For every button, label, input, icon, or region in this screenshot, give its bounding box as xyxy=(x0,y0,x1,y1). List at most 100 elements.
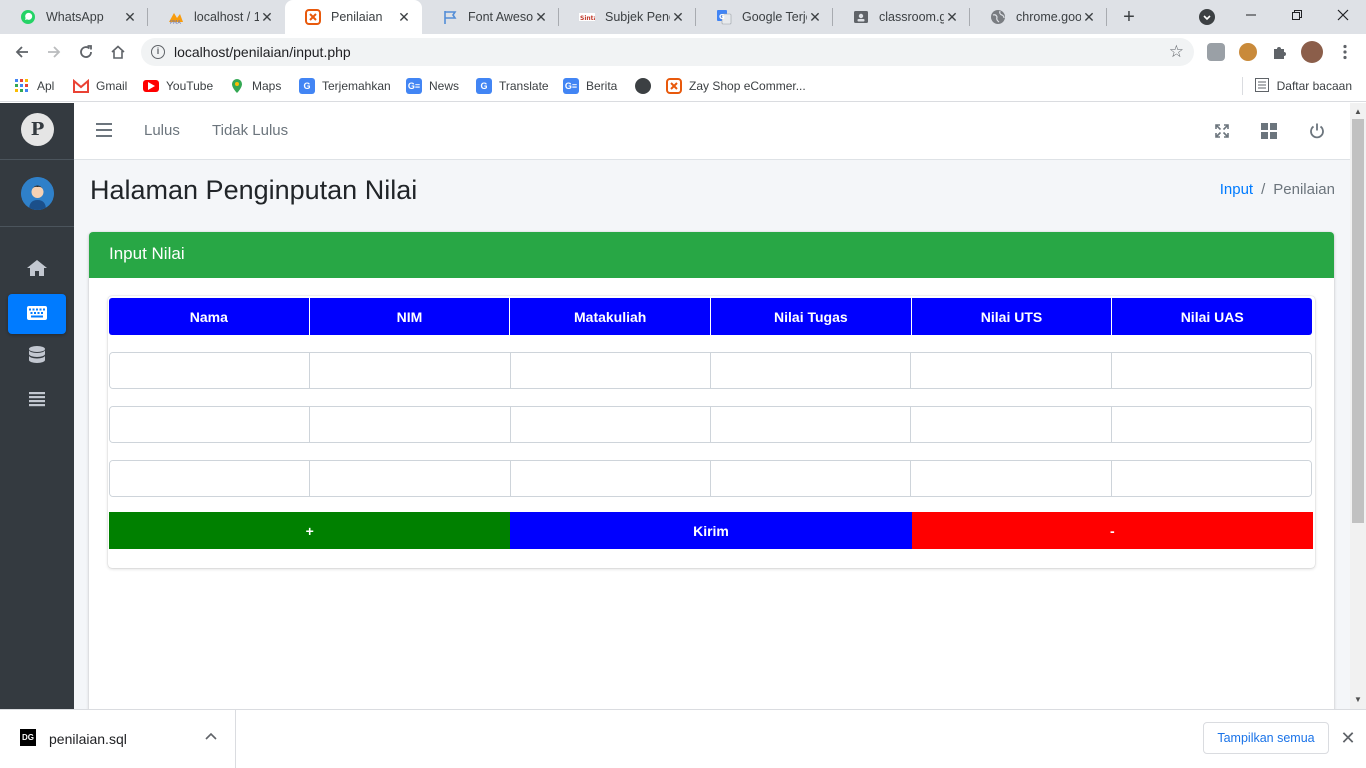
nav-link-lulus[interactable]: Lulus xyxy=(144,122,180,139)
close-icon[interactable]: ✕ xyxy=(122,9,138,25)
bookmark-star-icon[interactable]: ☆ xyxy=(1169,42,1184,62)
sidebar-divider xyxy=(0,159,74,160)
fullscreen-icon[interactable] xyxy=(1213,122,1231,140)
bookmark-zay-shop[interactable]: Zay Shop eCommer... xyxy=(666,76,806,96)
nilai-tugas-input[interactable] xyxy=(710,407,911,442)
sidebar-item-database[interactable] xyxy=(8,336,66,376)
nilai-uts-input[interactable] xyxy=(911,407,1111,442)
kebab-menu-icon[interactable] xyxy=(1336,43,1354,61)
column-header: NIM xyxy=(309,298,511,335)
nama-input[interactable] xyxy=(110,407,310,442)
chevron-up-icon[interactable] xyxy=(205,729,217,743)
bookmark-apps[interactable]: Apl xyxy=(14,76,54,96)
bookmark-globe[interactable] xyxy=(635,76,658,96)
tab-classroom[interactable]: classroom.go ✕ xyxy=(833,0,970,34)
power-icon[interactable] xyxy=(1308,122,1326,140)
matakuliah-input[interactable] xyxy=(510,353,710,388)
home-icon[interactable] xyxy=(106,40,130,64)
breadcrumb-link-input[interactable]: Input xyxy=(1220,181,1253,198)
cookie-extension-icon[interactable] xyxy=(1239,43,1257,61)
tab-google-terjemahan[interactable]: G Google Terjen ✕ xyxy=(696,0,833,34)
show-all-downloads-button[interactable]: Tampilkan semua xyxy=(1203,722,1329,754)
tab-phpmyadmin[interactable]: PMA localhost / 12 ✕ xyxy=(148,0,285,34)
matakuliah-input[interactable] xyxy=(510,461,710,496)
nim-input[interactable] xyxy=(310,353,510,388)
tab-whatsapp[interactable]: WhatsApp ✕ xyxy=(0,0,148,34)
tab-chrome-google[interactable]: chrome.goog ✕ xyxy=(970,0,1107,34)
window-close-icon[interactable] xyxy=(1320,0,1366,30)
remove-row-button[interactable]: - xyxy=(911,512,1313,549)
close-icon[interactable]: ✕ xyxy=(944,9,960,25)
new-tab-button[interactable]: + xyxy=(1118,6,1140,28)
sinta-icon: Sinta xyxy=(579,9,595,25)
nilai-tugas-input[interactable] xyxy=(710,353,911,388)
tab-separator xyxy=(1106,8,1107,26)
nilai-uts-input[interactable] xyxy=(911,461,1111,496)
forward-arrow-icon[interactable] xyxy=(42,40,66,64)
tab-subjek-penelitian[interactable]: Sinta Subjek Peneli ✕ xyxy=(559,0,696,34)
nilai-uas-input[interactable] xyxy=(1111,353,1311,388)
maps-pin-icon xyxy=(229,78,245,94)
user-avatar[interactable] xyxy=(21,177,54,210)
nama-input[interactable] xyxy=(110,461,310,496)
bookmark-translate[interactable]: G Translate xyxy=(476,76,549,96)
scroll-up-arrow-icon[interactable]: ▲ xyxy=(1350,105,1366,119)
nilai-tugas-input[interactable] xyxy=(710,461,911,496)
tab-search-icon[interactable] xyxy=(1199,9,1215,25)
nilai-uas-input[interactable] xyxy=(1111,461,1311,496)
nav-link-tidak-lulus[interactable]: Tidak Lulus xyxy=(212,122,288,139)
close-icon[interactable]: ✕ xyxy=(1081,9,1097,25)
nama-input[interactable] xyxy=(110,353,310,388)
matakuliah-input[interactable] xyxy=(510,407,710,442)
bookmark-news[interactable]: G≡ News xyxy=(406,76,459,96)
add-row-button[interactable]: + xyxy=(109,512,511,549)
close-icon[interactable]: ✕ xyxy=(396,9,412,25)
sidebar-item-home[interactable] xyxy=(8,249,66,289)
bookmark-terjemahkan[interactable]: G Terjemahkan xyxy=(299,76,391,96)
tab-penilaian[interactable]: Penilaian ✕ xyxy=(285,0,422,34)
sidebar-item-input[interactable] xyxy=(8,294,66,334)
close-icon[interactable]: ✕ xyxy=(259,9,275,25)
tab-font-awesome[interactable]: Font Awesom ✕ xyxy=(422,0,559,34)
top-navbar: Lulus Tidak Lulus xyxy=(74,103,1350,160)
reading-list[interactable]: Daftar bacaan xyxy=(1241,76,1352,96)
column-header: Nilai UAS xyxy=(1112,298,1312,335)
nilai-uts-input[interactable] xyxy=(911,353,1111,388)
bookmark-youtube[interactable]: YouTube xyxy=(143,76,213,96)
close-icon[interactable]: ✕ xyxy=(807,9,823,25)
extension-icon[interactable] xyxy=(1207,43,1225,61)
submit-button[interactable]: Kirim xyxy=(510,512,912,549)
url-text[interactable]: localhost/penilaian/input.php xyxy=(174,44,351,60)
address-bar[interactable]: i localhost/penilaian/input.php ☆ xyxy=(141,38,1194,66)
close-icon[interactable]: ✕ xyxy=(533,9,549,25)
reload-icon[interactable] xyxy=(74,40,98,64)
profile-avatar[interactable] xyxy=(1301,41,1323,63)
nim-input[interactable] xyxy=(310,407,510,442)
hamburger-menu-icon[interactable] xyxy=(96,123,112,137)
sidebar-item-list[interactable] xyxy=(8,380,66,420)
nilai-uas-input[interactable] xyxy=(1111,407,1311,442)
close-icon[interactable]: ✕ xyxy=(670,9,686,25)
scrollbar-thumb[interactable] xyxy=(1352,119,1364,523)
scroll-down-arrow-icon[interactable]: ▼ xyxy=(1350,693,1366,707)
site-info-icon[interactable]: i xyxy=(151,45,165,59)
keyboard-icon xyxy=(26,305,48,324)
bookmark-gmail[interactable]: Gmail xyxy=(73,76,127,96)
bookmark-maps[interactable]: Maps xyxy=(229,76,281,96)
column-header: Nilai Tugas xyxy=(711,298,912,335)
close-icon[interactable]: ✕ xyxy=(1338,728,1358,748)
breadcrumb-separator: / xyxy=(1261,181,1266,198)
puzzle-extensions-icon[interactable] xyxy=(1271,43,1289,61)
minimize-icon[interactable] xyxy=(1228,0,1274,30)
nim-input[interactable] xyxy=(310,461,510,496)
bookmark-berita[interactable]: G≡ Berita xyxy=(563,76,617,96)
grid-icon[interactable] xyxy=(1260,122,1278,140)
restore-icon[interactable] xyxy=(1274,0,1320,30)
back-arrow-icon[interactable] xyxy=(10,40,34,64)
page-scrollbar[interactable]: ▲ ▼ xyxy=(1350,103,1366,709)
breadcrumb-current: Penilaian xyxy=(1273,181,1335,198)
input-row xyxy=(109,406,1312,443)
download-item[interactable]: DG penilaian.sql xyxy=(0,710,236,768)
grade-form: Nama NIM Matakuliah Nilai Tugas Nilai UT… xyxy=(108,296,1315,568)
brand-logo[interactable]: P xyxy=(21,113,54,146)
